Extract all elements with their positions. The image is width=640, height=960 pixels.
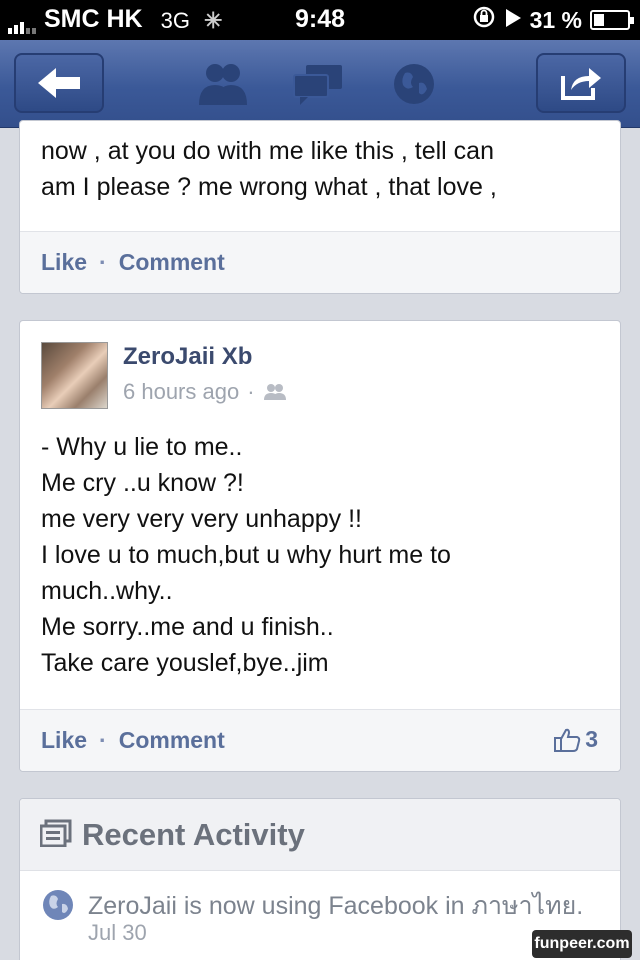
globe-icon <box>43 890 73 920</box>
post-line: much..why.. <box>41 577 173 605</box>
post-line: Me cry ..u know ?! <box>41 469 244 497</box>
post-line: Take care youslef,bye..jim <box>41 649 329 677</box>
battery-icon <box>590 10 634 30</box>
post-line: am I please ? me wrong what , that love … <box>41 173 497 201</box>
recent-activity-card: Recent Activity ZeroJaii is now using Fa… <box>19 798 621 960</box>
post-footer: Like · Comment <box>20 231 620 293</box>
status-bar: SMC HK 3G ✳ 9:48 31 % <box>0 0 640 40</box>
activity-feed-icon <box>40 819 72 847</box>
post-body: now , at you do with me like this , tell… <box>41 133 497 205</box>
post-line: I love u to much,but u why hurt me to <box>41 541 451 569</box>
avatar[interactable] <box>41 342 108 409</box>
post-line: - Why u lie to me.. <box>41 433 243 461</box>
comment-button[interactable]: Comment <box>119 249 225 276</box>
comment-button[interactable]: Comment <box>119 727 225 754</box>
friends-icon <box>199 64 247 105</box>
post-line: me very very very unhappy !! <box>41 505 362 533</box>
thumbs-up-icon <box>554 728 581 752</box>
watermark: funpeer.com <box>532 930 632 958</box>
like-count-value: 3 <box>585 726 598 752</box>
like-count[interactable]: 3 <box>553 726 598 753</box>
recent-activity-header: Recent Activity <box>20 799 620 871</box>
activity-item-text[interactable]: ZeroJaii is now using Facebook in ภาษาไท… <box>88 886 583 926</box>
messages-button[interactable] <box>291 60 345 108</box>
post-timestamp[interactable]: 6 hours ago <box>123 379 239 405</box>
like-button[interactable]: Like <box>41 727 87 754</box>
battery-percent: 31 % <box>529 6 582 33</box>
post-footer: Like · Comment 3 <box>20 709 620 771</box>
separator: · <box>99 249 107 275</box>
notifications-button[interactable] <box>387 60 441 108</box>
like-button[interactable]: Like <box>41 249 87 276</box>
share-icon <box>561 68 601 100</box>
friend-requests-button[interactable] <box>195 60 249 108</box>
recent-activity-title: Recent Activity <box>82 817 305 852</box>
post-body: - Why u lie to me.. Me cry ..u know ?! m… <box>41 429 451 681</box>
globe-icon <box>394 64 434 104</box>
post-card: now , at you do with me like this , tell… <box>19 120 621 294</box>
post-author[interactable]: ZeroJaii Xb <box>123 343 252 371</box>
back-arrow-icon <box>38 68 80 98</box>
navigation-bar <box>0 40 640 128</box>
post-meta: 6 hours ago · <box>123 379 287 405</box>
post-card: ZeroJaii Xb 6 hours ago · - Why u lie to… <box>19 320 621 772</box>
messages-icon <box>293 65 342 105</box>
separator: · <box>247 379 255 404</box>
separator: · <box>99 727 107 753</box>
back-button[interactable] <box>14 53 104 113</box>
post-line: Me sorry..me and u finish.. <box>41 613 334 641</box>
location-arrow-icon <box>504 7 522 34</box>
activity-item-date: Jul 30 <box>88 920 147 945</box>
post-line: now , at you do with me like this , tell… <box>41 137 494 165</box>
share-button[interactable] <box>536 53 626 113</box>
rotation-lock-icon <box>472 5 496 35</box>
friends-privacy-icon <box>263 384 286 400</box>
